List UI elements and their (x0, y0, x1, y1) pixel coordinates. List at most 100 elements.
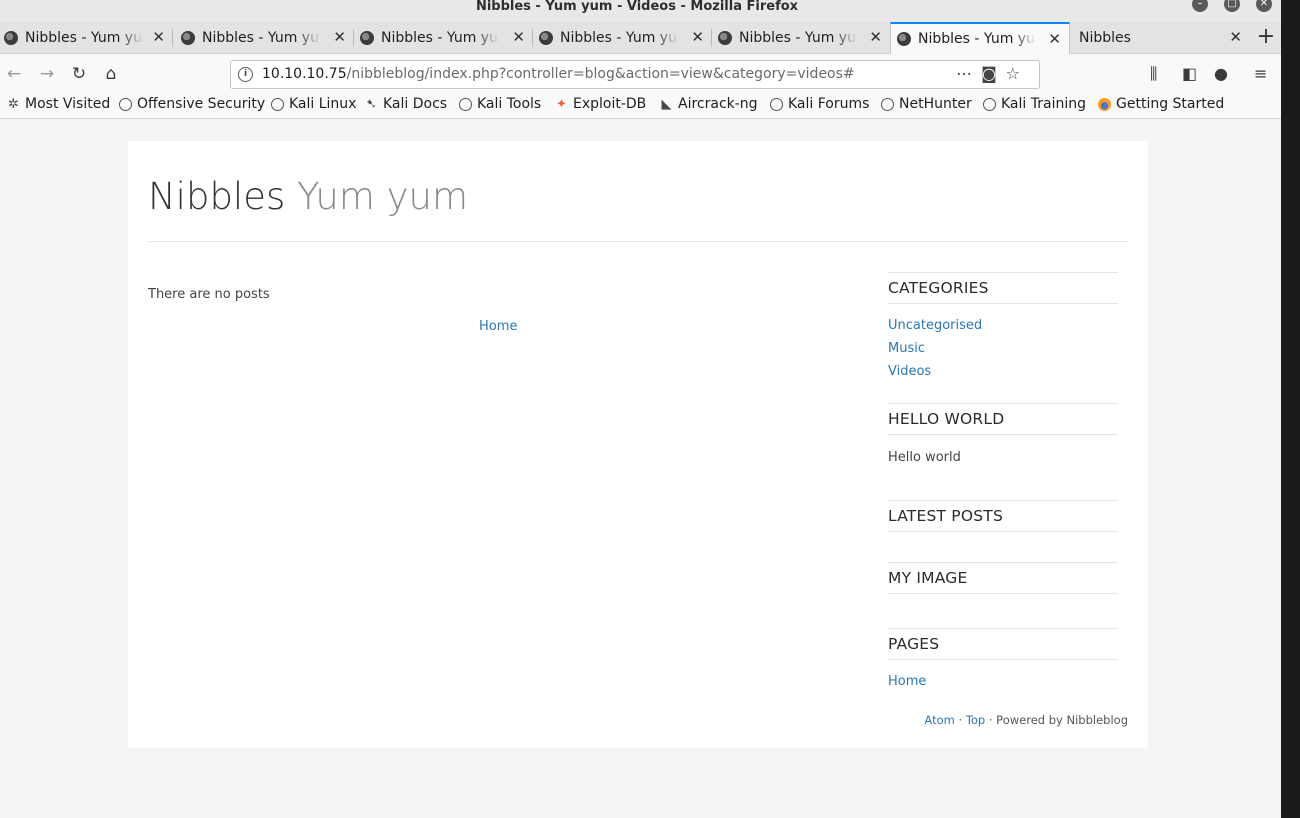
sidebar-divider (888, 593, 1118, 594)
tab[interactable]: Nibbles ✕ (1072, 22, 1250, 54)
tab[interactable]: Nibbles - Yum yum - Videos ✕ (0, 22, 173, 54)
bookmark-nethunter[interactable]: NetHunter (881, 96, 972, 112)
tab-title: Nibbles - Yum yum - Videos (202, 30, 320, 46)
footer: Atom · Top · Powered by Nibbleblog (924, 713, 1128, 727)
forward-icon[interactable]: → (36, 63, 58, 85)
close-tab-icon[interactable]: ✕ (1048, 30, 1061, 48)
globe-icon (459, 97, 472, 111)
tab[interactable]: Nibbles - Yum yum - Videos ✕ (354, 22, 533, 54)
library-icon[interactable]: ⫼ (1150, 63, 1157, 85)
nibbles-favicon-icon (4, 31, 18, 45)
tab-title: Nibbles - Yum yum - Videos (739, 30, 857, 46)
close-tab-icon[interactable]: ✕ (691, 28, 704, 46)
tab-title: Nibbles - Yum yum - Videos (25, 30, 143, 46)
bookmark-kali-tools[interactable]: Kali Tools (459, 96, 541, 112)
site-name: Nibbles (148, 175, 286, 218)
page-viewport: Nibbles Yum yum There are no posts Home … (0, 120, 1281, 818)
tab-title: Nibbles - Yum yum - Videos (918, 31, 1036, 47)
category-link-music[interactable]: Music (888, 341, 925, 356)
sidebar-divider (888, 403, 1118, 404)
header-divider (148, 241, 1128, 242)
page-link-home[interactable]: Home (888, 674, 926, 689)
extension-icon[interactable]: ● (1214, 63, 1228, 85)
powered-by-text: · Powered by Nibbleblog (985, 713, 1128, 727)
url-text[interactable]: 10.10.10.75/nibbleblog/index.php?control… (262, 66, 855, 82)
site-info-icon[interactable]: i (238, 67, 253, 82)
my-image-heading: MY IMAGE (888, 569, 968, 587)
hello-world-text: Hello world (888, 450, 961, 465)
atom-link[interactable]: Atom (924, 713, 954, 727)
tab[interactable]: Nibbles - Yum yum - Videos ✕ (712, 22, 890, 54)
bookmark-exploit-db[interactable]: ✦ Exploit-DB (555, 96, 646, 112)
tab[interactable]: Nibbles - Yum yum - Videos ✕ (533, 22, 712, 54)
close-tab-icon[interactable]: ✕ (512, 28, 525, 46)
url-path: /nibbleblog/index.php?controller=blog&ac… (346, 66, 855, 82)
tab-title: Nibbles (1079, 30, 1131, 46)
pocket-icon[interactable]: ◙ (981, 64, 1006, 83)
categories-heading: CATEGORIES (888, 279, 989, 297)
exploitdb-icon: ✦ (556, 96, 567, 112)
close-tab-icon[interactable]: ✕ (152, 28, 165, 46)
bookmark-getting-started[interactable]: Getting Started (1098, 96, 1224, 112)
bookmark-kali-docs[interactable]: ➷ Kali Docs (365, 96, 447, 112)
url-actions: ⋯◙☆ (956, 64, 1029, 83)
kali-dragon-icon: ➷ (366, 96, 377, 112)
tab-active[interactable]: Nibbles - Yum yum - Videos ✕ (890, 22, 1070, 54)
latest-posts-heading: LATEST POSTS (888, 507, 1003, 525)
browser-window: Nibbles - Yum yum - Videos - Mozilla Fir… (0, 0, 1281, 818)
back-icon[interactable]: ← (3, 63, 25, 85)
globe-icon (119, 97, 132, 111)
close-tab-icon[interactable]: ✕ (869, 28, 882, 46)
bookmark-aircrack-ng[interactable]: ◣ Aircrack-ng (660, 96, 758, 112)
bookmark-most-visited[interactable]: ✲ Most Visited (7, 96, 110, 112)
bookmarks-toolbar: ✲ Most Visited Offensive Security Kali Li… (0, 93, 1281, 119)
sidebar-divider (888, 303, 1118, 304)
bookmark-star-icon[interactable]: ☆ (1006, 64, 1029, 83)
close-tab-icon[interactable]: ✕ (333, 28, 346, 46)
bookmark-kali-forums[interactable]: Kali Forums (770, 96, 869, 112)
hello-world-heading: HELLO WORLD (888, 410, 1005, 428)
sidebar-divider (888, 562, 1118, 563)
pagination-home-link[interactable]: Home (479, 319, 517, 334)
sidebar-divider (888, 272, 1118, 273)
nibbles-favicon-icon (181, 31, 195, 45)
nibbles-favicon-icon (897, 32, 911, 46)
home-icon[interactable]: ⌂ (100, 63, 122, 85)
page-actions-icon[interactable]: ⋯ (956, 64, 981, 83)
url-host: 10.10.10.75 (262, 66, 347, 82)
tab-title: Nibbles - Yum yum - Videos (381, 30, 499, 46)
globe-icon (770, 97, 783, 111)
sidebar-divider (888, 531, 1118, 532)
sidebar-divider (888, 500, 1118, 501)
sidebar-divider (888, 434, 1118, 435)
desktop-edge (1281, 0, 1300, 818)
tab[interactable]: Nibbles - Yum yum - Videos ✕ (175, 22, 354, 54)
title-bar: Nibbles - Yum yum - Videos - Mozilla Fir… (0, 0, 1281, 22)
firefox-icon (1098, 97, 1111, 111)
category-link-uncategorised[interactable]: Uncategorised (888, 318, 982, 333)
new-tab-icon[interactable]: + (1252, 22, 1280, 54)
navigation-toolbar: ← → ↻ ⌂ i 10.10.10.75/nibbleblog/index.p… (0, 55, 1281, 93)
menu-icon[interactable]: ≡ (1254, 63, 1267, 85)
bookmark-kali-linux[interactable]: Kali Linux (271, 96, 356, 112)
sidebar-divider (888, 659, 1118, 660)
bookmark-kali-training[interactable]: Kali Training (983, 96, 1086, 112)
address-bar[interactable]: i 10.10.10.75/nibbleblog/index.php?contr… (230, 60, 1040, 89)
sidebar-toggle-icon[interactable]: ◧ (1182, 63, 1197, 85)
close-tab-icon[interactable]: ✕ (1229, 28, 1242, 46)
pages-heading: PAGES (888, 635, 940, 653)
bookmark-offensive-security[interactable]: Offensive Security (119, 96, 265, 112)
top-link[interactable]: Top (966, 713, 985, 727)
window-title: Nibbles - Yum yum - Videos - Mozilla Fir… (475, 0, 799, 14)
gear-icon: ✲ (8, 96, 19, 112)
nibbles-favicon-icon (539, 31, 553, 45)
reload-icon[interactable]: ↻ (68, 63, 90, 85)
aircrack-icon: ◣ (661, 96, 672, 112)
category-link-videos[interactable]: Videos (888, 364, 931, 379)
site-slogan: Yum yum (297, 175, 469, 218)
no-posts-message: There are no posts (148, 287, 270, 302)
tab-title: Nibbles - Yum yum - Videos (560, 30, 678, 46)
nibbles-favicon-icon (360, 31, 374, 45)
site-title: Nibbles Yum yum (148, 175, 468, 218)
globe-icon (271, 97, 284, 111)
